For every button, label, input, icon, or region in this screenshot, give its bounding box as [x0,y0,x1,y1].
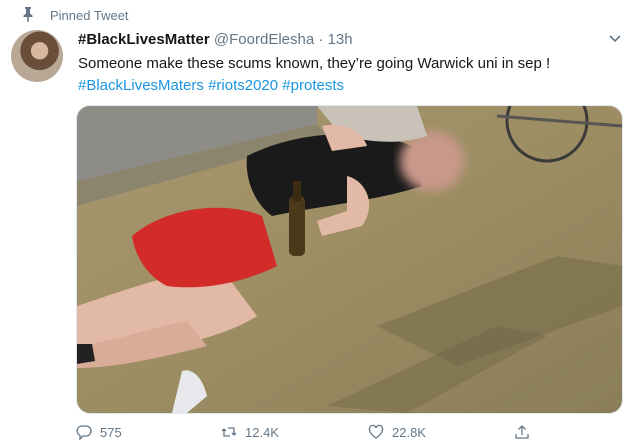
avatar[interactable] [11,30,63,82]
retweet-button[interactable]: 12.4K [221,424,279,440]
reply-count: 575 [100,424,122,440]
like-button[interactable]: 22.8K [368,424,426,440]
hashtag-link[interactable]: #BlackLivesMaters [78,77,204,94]
reply-button[interactable]: 575 [76,424,122,440]
tweet-timestamp[interactable]: 13h [328,31,353,48]
retweet-count: 12.4K [245,424,279,440]
pinned-label: Pinned Tweet [50,8,129,23]
share-button[interactable] [514,424,530,440]
heart-icon [368,424,384,439]
chevron-down-icon[interactable] [608,34,622,44]
share-icon [515,425,529,439]
retweet-icon [221,427,237,437]
reply-icon [76,425,92,440]
display-name[interactable]: #BlackLivesMatter [78,31,210,48]
tweet-photo[interactable] [76,105,623,414]
tweet-actions: 575 12.4K 22.8K [76,424,576,442]
tweet-header: #BlackLivesMatter @FoordElesha · 13h [78,31,353,48]
separator: · [318,31,324,48]
user-handle[interactable]: @FoordElesha [214,31,314,48]
like-count: 22.8K [392,424,426,440]
hashtag-list: #BlackLivesMaters #riots2020 #protests [78,75,344,96]
hashtag-link[interactable]: #riots2020 [208,77,278,94]
photo-scene [77,106,622,413]
pin-icon [23,7,33,22]
hashtag-link[interactable]: #protests [282,77,344,94]
tweet-text: Someone make these scums known, they’re … [78,55,551,72]
